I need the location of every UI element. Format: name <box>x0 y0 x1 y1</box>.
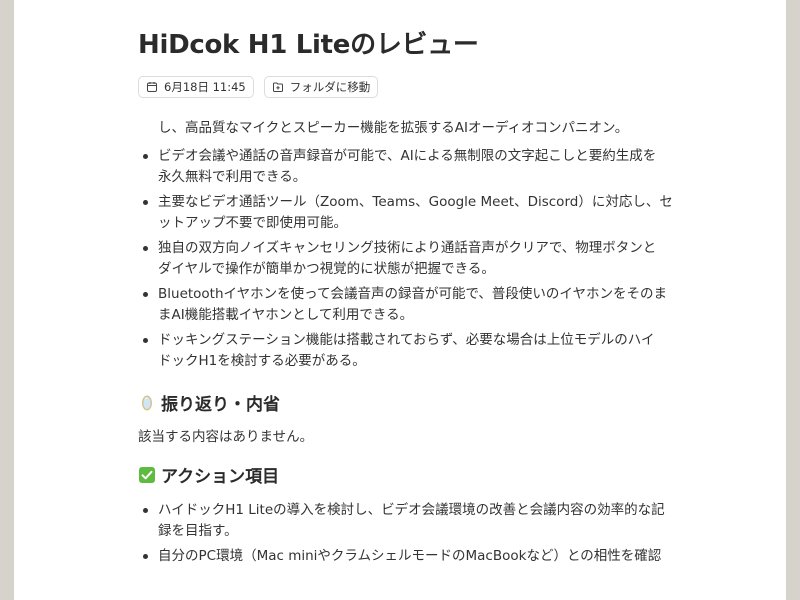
list-item-line: ビデオ会議や通話の音声録音が可能で、AIによる無制限の文字起こしと要約生成を <box>158 148 657 164</box>
bullet-dot <box>143 154 148 159</box>
list-item-line: ドッキングステーション機能は搭載されておらず、必要な場合は上位モデルのハイ <box>158 332 655 348</box>
list-item: 独自の双方向ノイズキャンセリング技術により通話音声がクリアで、物理ボタンと ダイヤ… <box>138 238 698 280</box>
action-heading: アクション項目 <box>138 462 279 487</box>
reflection-heading-label: 振り返り・内省 <box>161 395 280 415</box>
bullet-dot <box>143 508 148 513</box>
list-item-line: ダイヤルで操作が簡単かつ視覚的に状態が把握できる。 <box>158 261 495 277</box>
list-item: ハイドックH1 Liteの導入を検討し、ビデオ会議環境の改善と会議内容の効率的な… <box>138 500 698 542</box>
summary-list: ビデオ会議や通話の音声録音が可能で、AIによる無制限の文字起こしと要約生成を 永久… <box>138 146 698 376</box>
note-page: HiDcok H1 Liteのレビュー 6月18日 11:45 フォルダに移動 <box>14 0 786 600</box>
bullet-dot <box>143 292 148 297</box>
list-item-line: 独自の双方向ノイズキャンセリング技術により通話音声がクリアで、物理ボタンと <box>158 240 657 256</box>
bullet-dot <box>143 246 148 251</box>
list-item-line: 録を目指す。 <box>158 523 238 539</box>
list-item-line: ハイドックH1 Liteの導入を検討し、ビデオ会議環境の改善と会議内容の効率的な… <box>158 502 665 518</box>
list-item: 主要なビデオ通話ツール（Zoom、Teams、Google Meet、Disco… <box>138 192 698 234</box>
list-item-line: 永久無料で利用できる。 <box>158 169 307 185</box>
bullet-dot <box>143 554 148 559</box>
list-item-line: ットアップ不要で即使用可能。 <box>158 215 347 231</box>
date-chip-label: 6月18日 11:45 <box>164 80 246 94</box>
list-item-line: Bluetoothイヤホンを使って会議音声の録音が可能で、普段使いのイヤホンをそ… <box>158 286 668 302</box>
action-heading-label: アクション項目 <box>161 467 280 487</box>
move-to-folder-button[interactable]: フォルダに移動 <box>263 76 379 98</box>
reflection-text: 該当する内容はありません。 <box>138 429 314 445</box>
list-item: ドッキングステーション機能は搭載されておらず、必要な場合は上位モデルのハイ ドック… <box>138 330 698 372</box>
meta-row: 6月18日 11:45 フォルダに移動 <box>138 76 379 98</box>
folder-move-icon <box>272 82 283 92</box>
list-item-line: 自分のPC環境（Mac miniやクラムシェルモードのMacBookなど）との相… <box>158 548 662 564</box>
list-item-line: まAI機能搭載イヤホンとして利用できる。 <box>158 307 414 323</box>
move-to-folder-label: フォルダに移動 <box>289 80 371 94</box>
mirror-icon <box>142 395 152 410</box>
bullet-dot <box>143 338 148 343</box>
list-item-line: 主要なビデオ通話ツール（Zoom、Teams、Google Meet、Disco… <box>158 194 673 210</box>
date-chip[interactable]: 6月18日 11:45 <box>138 76 254 98</box>
bullet-dot <box>143 200 148 205</box>
page-title: HiDcok H1 Liteのレビュー <box>138 30 479 60</box>
list-item: 自分のPC環境（Mac miniやクラムシェルモードのMacBookなど）との相… <box>138 546 698 567</box>
check-box-icon <box>139 466 155 483</box>
list-item: Bluetoothイヤホンを使って会議音声の録音が可能で、普段使いのイヤホンをそ… <box>138 284 698 326</box>
calendar-icon <box>147 82 157 92</box>
list-item-line: ドックH1を検討する必要がある。 <box>158 353 366 369</box>
list-item: ビデオ会議や通話の音声録音が可能で、AIによる無制限の文字起こしと要約生成を 永久… <box>138 146 698 188</box>
reflection-heading: 振り返り・内省 <box>138 390 280 415</box>
continuation-text: し、高品質なマイクとスピーカー機能を拡張するAIオーディオコンパニオン。 <box>158 120 629 136</box>
action-list: ハイドックH1 Liteの導入を検討し、ビデオ会議環境の改善と会議内容の効率的な… <box>138 500 698 571</box>
